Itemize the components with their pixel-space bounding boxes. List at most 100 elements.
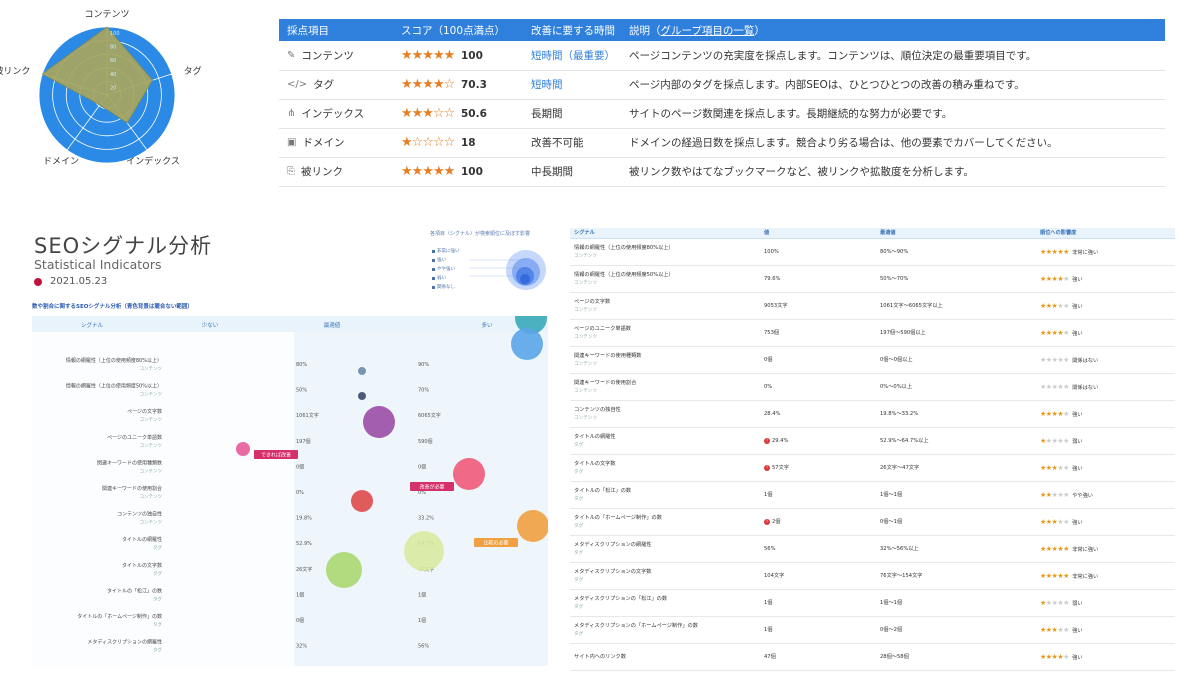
group-list-link[interactable]: グループ項目の一覧 <box>661 25 755 37</box>
chart-row-label: コンテンツの独自性 <box>117 511 162 518</box>
time-text: 改善不可能 <box>531 137 584 149</box>
signal-row: メタディスクリプションの「松江」の数 タグ 1個 1個〜1個 ★★★★★ 弱い <box>570 589 1175 617</box>
chart-row-label: タイトルの文字数 <box>122 562 162 569</box>
chart-low-value: 0% <box>296 490 304 496</box>
chart-low-value: 197個 <box>296 438 311 445</box>
chart-row-label: 情報の網羅性（上位の使用頻度80%以上） <box>66 357 162 364</box>
value-cell: 1個 <box>760 616 876 644</box>
signal-label: タイトルの「ホームページ制作」の数 <box>574 515 662 521</box>
impact-cell: ★★★★★ 強い <box>1036 643 1175 671</box>
optimal-cell: 76文字〜154文字 <box>876 562 1036 590</box>
impact-stars: ★★★★★ <box>1040 301 1069 310</box>
legend-item: 強い <box>432 257 446 263</box>
time-cell: 長期間 <box>523 99 621 129</box>
impact-cell: ★★★★★ 強い <box>1036 265 1175 293</box>
optimal-cell: 80%〜90% <box>876 238 1036 266</box>
time-link[interactable]: 短時間 <box>531 79 563 91</box>
signal-cell: タイトルの網羅性 タグ <box>570 427 760 455</box>
chart-low-value: 50% <box>296 388 307 394</box>
impact-label: やや強い <box>1072 492 1093 499</box>
impact-label: 強い <box>1072 627 1083 634</box>
score-row: </> タグ ★★★★☆ 70.3 短時間 ページ内部のタグを採点します。内部SE… <box>279 70 1165 100</box>
signal-category: タグ <box>574 605 584 610</box>
chart-high-value: 0個 <box>418 463 426 470</box>
impact-label: 関係はない <box>1072 357 1099 364</box>
signal-category: コンテンツ <box>574 335 597 340</box>
desc-cell: ページ内部のタグを採点します。内部SEOは、ひとつひとつの改善の積み重ねです。 <box>621 70 1165 100</box>
radar-label: インデックス <box>126 155 180 167</box>
score-table-header: 採点項目 スコア（100点満点） 改善に要する時間 説明（グループ項目の一覧） <box>279 19 1165 41</box>
signal-label: メタディスクリプションの「ホームページ制作」の数 <box>574 623 698 629</box>
chart-row-label: タイトルの「松江」の数 <box>107 587 162 594</box>
signal-cell: 情報の網羅性（上位の使用頻度80%以上） コンテンツ <box>570 238 760 266</box>
signal-row: タイトルの「ホームページ制作」の数 タグ ! 2個 0個〜1個 ★★★★★ 強い <box>570 508 1175 536</box>
time-text: 中長期間 <box>531 166 573 178</box>
impact-label: 強い <box>1072 465 1083 472</box>
signal-label: 関連キーワードの使用割合 <box>574 380 637 386</box>
header-value: 値 <box>760 228 876 239</box>
value-cell: 104文字 <box>760 562 876 590</box>
optimal-cell: 1個〜1個 <box>876 481 1036 509</box>
signal-row: メタディスクリプションの「ホームページ制作」の数 タグ 1個 0個〜2個 ★★★★… <box>570 616 1175 644</box>
impact-stars: ★★★★★ <box>1040 355 1069 364</box>
signal-cell: 関連キーワードの使用割合 コンテンツ <box>570 373 760 401</box>
impact-legend: 各項目（シグナル）が検索順位に及ぼす影響 非常に強い 強い やや強い 弱い 関係… <box>430 228 548 298</box>
signal-bubble <box>358 367 366 375</box>
signal-value: 9053文字 <box>764 303 788 309</box>
item-cell: ▣ ドメイン <box>279 128 393 158</box>
header-impact: 順位への影響度 <box>1036 228 1175 239</box>
backlink-icon: ⎘ <box>287 166 295 177</box>
improvement-tag: 改善が必要 <box>410 482 454 491</box>
radar-label: コンテンツ <box>84 9 129 20</box>
signal-value: 104文字 <box>764 573 785 579</box>
chart-row-label: 関連キーワードの使用割合 <box>102 485 162 492</box>
chart-high-value: 590個 <box>418 438 433 445</box>
optimal-cell: 50%〜70% <box>876 265 1036 293</box>
signal-cell: メタディスクリプションの文字数 タグ <box>570 562 760 590</box>
star-rating: ★☆☆☆☆ <box>401 135 455 150</box>
time-text: 長期間 <box>531 108 563 120</box>
impact-cell: ★★★★★ 強い <box>1036 508 1175 536</box>
score-cell: ★☆☆☆☆ 18 <box>393 128 523 158</box>
chart-low-value: 26文字 <box>296 566 312 573</box>
signal-cell: メタディスクリプションの網羅性 タグ <box>570 535 760 563</box>
impact-cell: ★★★★★ 強い <box>1036 454 1175 482</box>
chart-row-category: タグ <box>153 647 162 654</box>
chart-row-category: タグ <box>153 570 162 577</box>
impact-cell: ★★★★★ 強い <box>1036 400 1175 428</box>
score-cell: ★★★☆☆ 50.6 <box>393 99 523 129</box>
impact-stars: ★★★★★ <box>1040 490 1069 499</box>
chart-high-value: 56% <box>418 644 429 650</box>
impact-cell: ★★★★★ 非常に強い <box>1036 562 1175 590</box>
impact-cell: ★★★★★ 弱い <box>1036 589 1175 617</box>
item-label: インデックス <box>301 108 365 120</box>
optimal-cell: 32%〜56%以上 <box>876 535 1036 563</box>
signal-row: 情報の網羅性（上位の使用頻度80%以上） コンテンツ 100% 80%〜90% ★… <box>570 238 1175 266</box>
chart-row-label: ページのユニーク単語数 <box>107 434 162 441</box>
signal-cell: サイト内へのリンク数 <box>570 643 760 671</box>
warning-icon: ! <box>764 437 770 444</box>
value-cell: 28.4% <box>760 400 876 428</box>
time-link[interactable]: 短時間（最重要） <box>531 50 615 62</box>
impact-label: 強い <box>1072 276 1083 283</box>
warning-icon: ! <box>764 465 770 471</box>
desc-cell: ドメインの経過日数を採点します。競合より劣る場合は、他の要素でカバーしてください… <box>621 128 1165 158</box>
impact-stars: ★★★★★ <box>1040 598 1069 607</box>
optimal-cell: 28個〜58個 <box>876 643 1036 671</box>
chart-low-value: 52.9% <box>296 541 312 547</box>
chart-high-value: 6065文字 <box>418 412 441 419</box>
header-desc: 説明（グループ項目の一覧） <box>629 24 765 37</box>
sitemap-icon: ⋔ <box>287 108 296 119</box>
signal-category: コンテンツ <box>574 389 597 394</box>
seo-signal-panel: SEOシグナル分析 Statistical Indicators 2021.05… <box>30 220 548 666</box>
chart-row-category: コンテンツ <box>140 443 163 449</box>
svg-text:比較の必要: 比較の必要 <box>483 540 508 547</box>
signal-bubble <box>517 510 548 542</box>
score-row: ▣ ドメイン ★☆☆☆☆ 18 改善不可能 ドメインの経過日数を採点します。競合よ… <box>279 128 1165 158</box>
legend-item: 非常に強い <box>432 248 460 254</box>
star-rating: ★★★★★ <box>401 47 455 63</box>
signal-row: 関連キーワードの使用種類数 コンテンツ 0個 0個〜0個以上 ★★★★★ 関係はな… <box>570 346 1175 374</box>
signal-cell: メタディスクリプションの「松江」の数 タグ <box>570 589 760 617</box>
signal-label: コンテンツの独自性 <box>574 407 621 413</box>
signal-value: 1個 <box>764 627 773 633</box>
